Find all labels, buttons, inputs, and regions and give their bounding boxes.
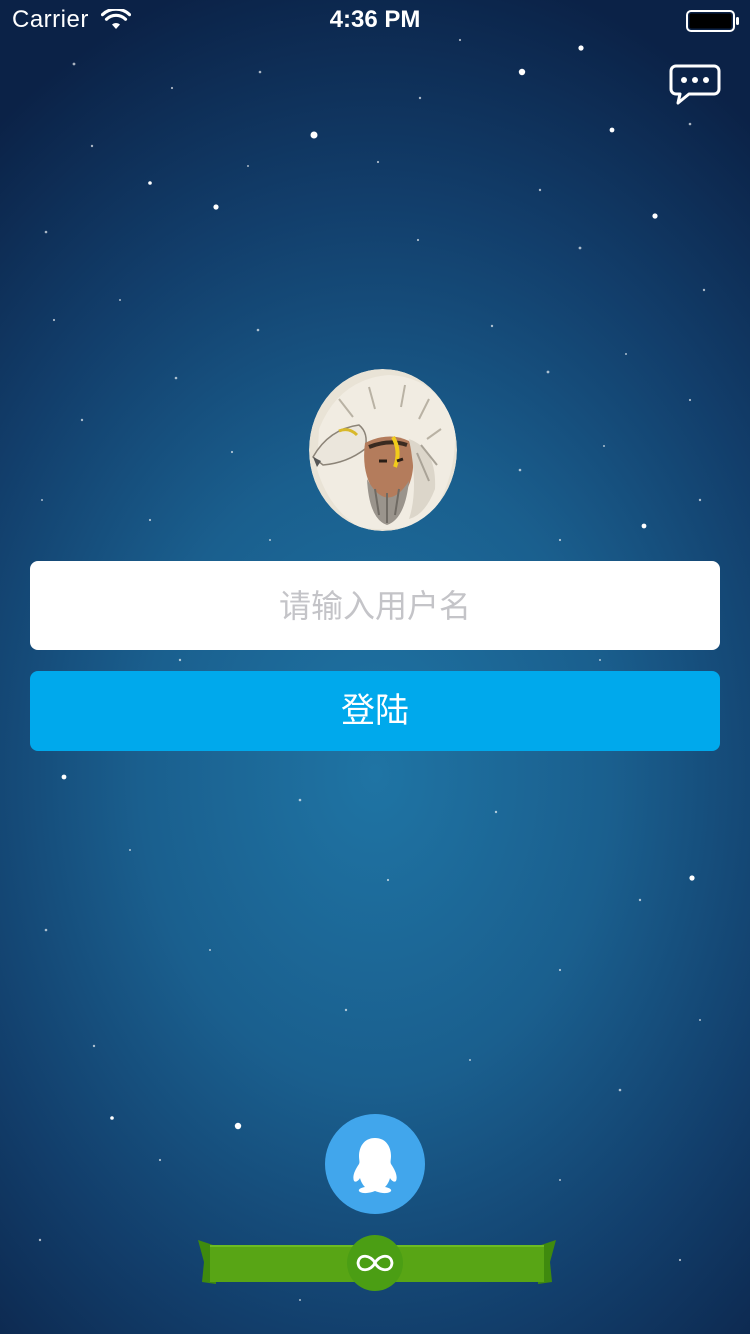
user-avatar — [309, 369, 457, 531]
chat-bubble-icon[interactable] — [669, 64, 721, 106]
infinity-badge[interactable] — [347, 1235, 403, 1291]
qq-login-button[interactable] — [325, 1114, 425, 1214]
qq-penguin-icon — [353, 1138, 397, 1194]
infinity-icon — [356, 1254, 394, 1272]
login-button[interactable]: 登陆 — [30, 671, 720, 751]
battery-icon — [686, 10, 739, 32]
status-time: 4:36 PM — [329, 6, 421, 33]
wolf-hero-avatar — [309, 369, 457, 531]
username-input[interactable] — [30, 561, 720, 650]
status-bar: Carrier 4:36 PM — [0, 0, 750, 40]
